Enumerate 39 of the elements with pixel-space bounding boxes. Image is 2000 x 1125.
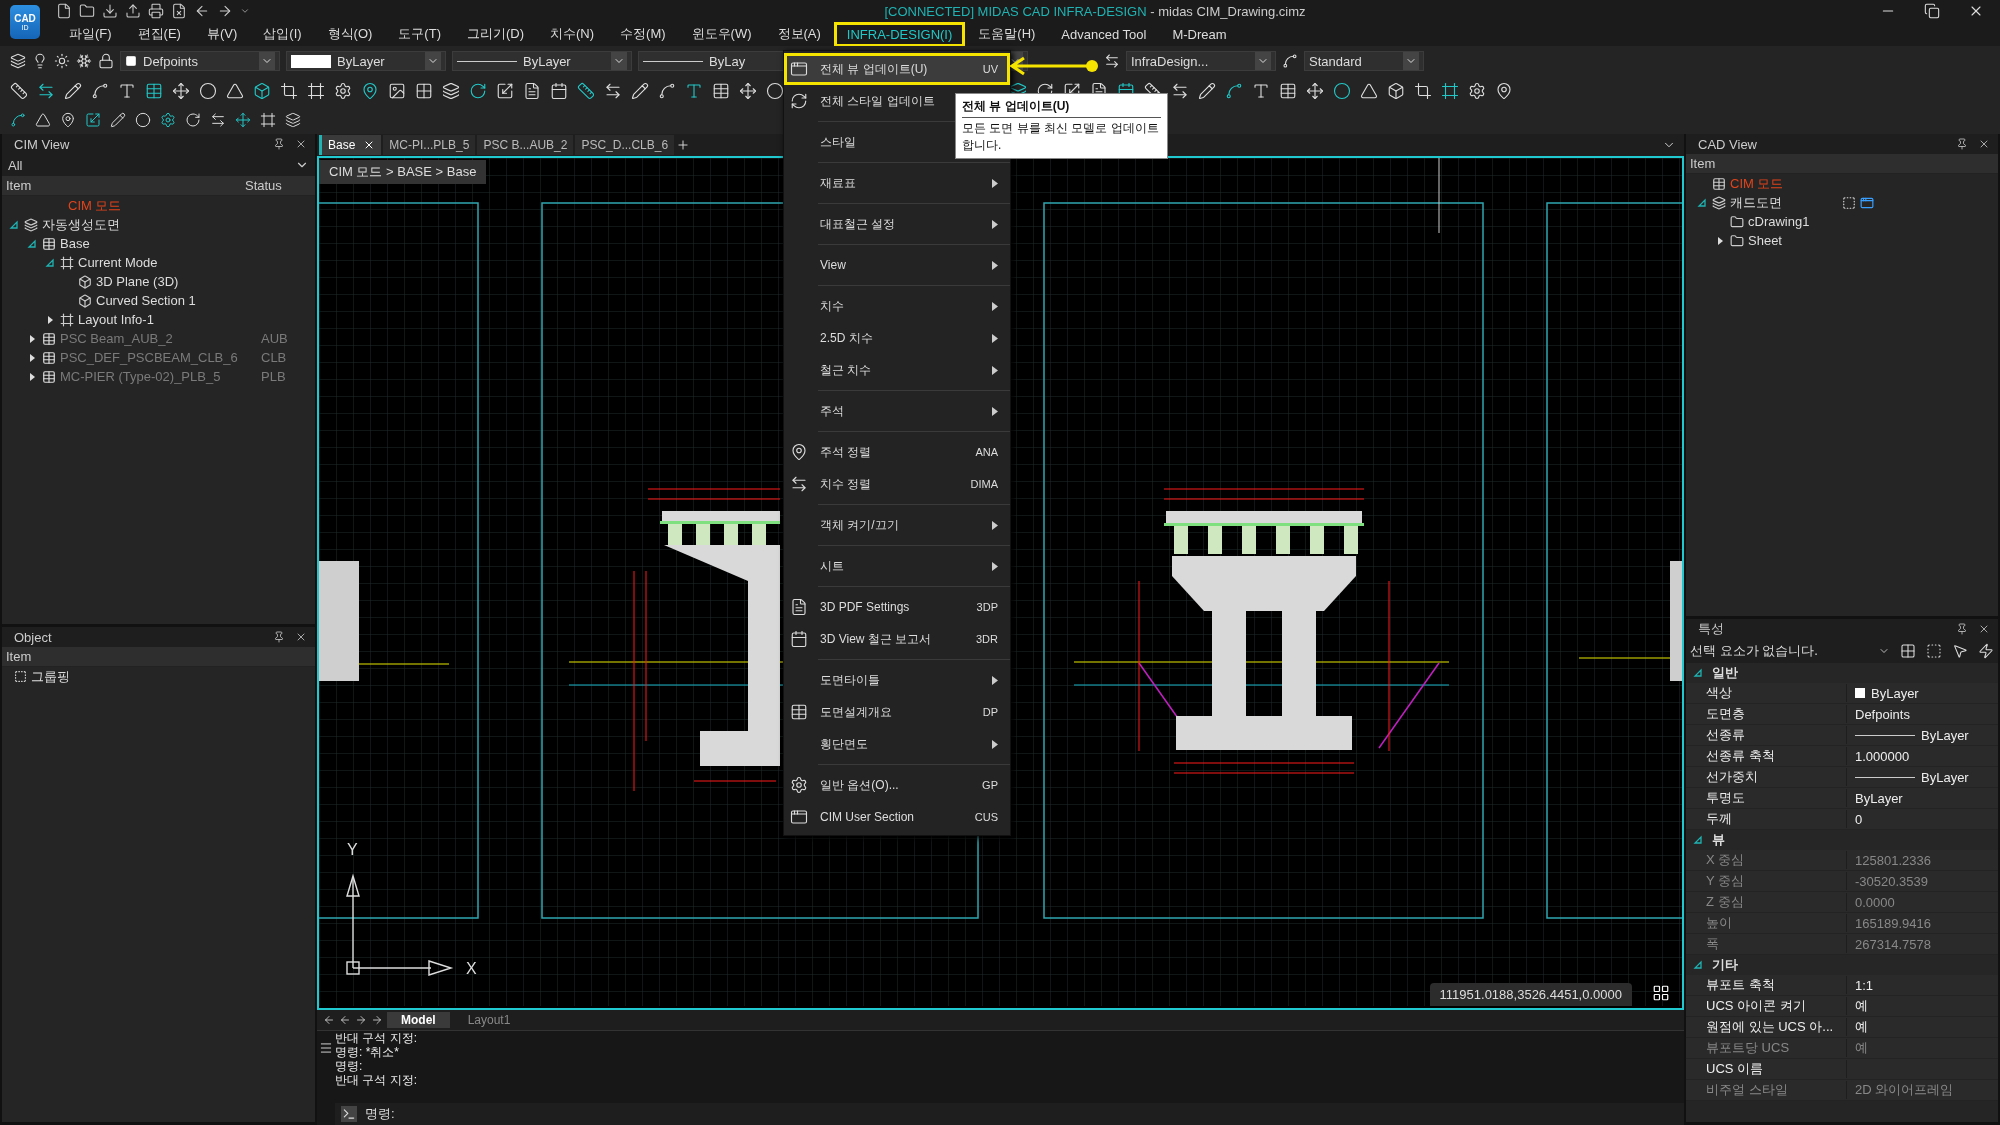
property-name: 선가중치 xyxy=(1686,768,1847,786)
property-name: 비주얼 스타일 xyxy=(1686,1081,1847,1099)
section-header: 일반 xyxy=(1712,664,1738,682)
command-history-line: 반대 구석 지정: xyxy=(335,1031,418,1045)
property-name: 뷰포트당 UCS xyxy=(1686,1039,1847,1057)
status-cell-text: CLB xyxy=(261,350,288,365)
status-cell-text: AUB xyxy=(261,331,289,346)
panel-title: CAD View xyxy=(1698,136,1758,152)
property-name: 높이 xyxy=(1686,914,1847,932)
panel-title: CIM View xyxy=(14,136,71,152)
section-header: 뷰 xyxy=(1712,831,1725,849)
breadcrumb: CIM 모드 > BASE > Base xyxy=(319,160,487,184)
property-name: 도면층 xyxy=(1686,705,1847,723)
property-name: 뷰포트 축척 xyxy=(1686,976,1847,994)
axis-label: X xyxy=(466,960,477,977)
property-name: Z 중심 xyxy=(1686,893,1847,911)
status-cell-text: PLB xyxy=(261,369,287,384)
property-name: UCS 아이콘 켜기 xyxy=(1686,997,1847,1015)
property-name: 원점에 있는 UCS 아... xyxy=(1686,1018,1847,1036)
panel-title: 특성 xyxy=(1698,620,1725,638)
command-history-line: 명령: xyxy=(335,1059,364,1073)
property-name: 폭 xyxy=(1686,935,1847,953)
section-header: 기타 xyxy=(1712,956,1738,974)
tooltip-text: 모든 도면 뷰를 최신 모델로 업데이트 합니다. xyxy=(962,120,1160,154)
tooltip-title: 전체 뷰 업데이트(U) xyxy=(962,98,1161,118)
property-name: Y 중심 xyxy=(1686,872,1847,890)
command-history-line: 반대 구석 지정: xyxy=(335,1073,418,1087)
window-title: [CONNECTED] MIDAS CAD INFRA-DESIGN - midas CIM_Drawing.cimz xyxy=(883,3,1307,19)
property-name: 선종류 축척 xyxy=(1686,747,1847,765)
property-name: UCS 이름 xyxy=(1686,1060,1847,1078)
command-history-line: 명령: *취소* xyxy=(335,1045,400,1059)
coordinate-readout: 111951.0188,3526.4451,0.0000 xyxy=(1429,983,1632,1006)
axis-label: Y xyxy=(347,841,358,858)
property-name: 투명도 xyxy=(1686,789,1847,807)
property-name: 두께 xyxy=(1686,810,1847,828)
property-name: X 중심 xyxy=(1686,851,1847,869)
property-name: 색상 xyxy=(1686,684,1847,702)
panel-title: Object xyxy=(14,629,53,645)
property-name: 선종류 xyxy=(1686,726,1847,744)
